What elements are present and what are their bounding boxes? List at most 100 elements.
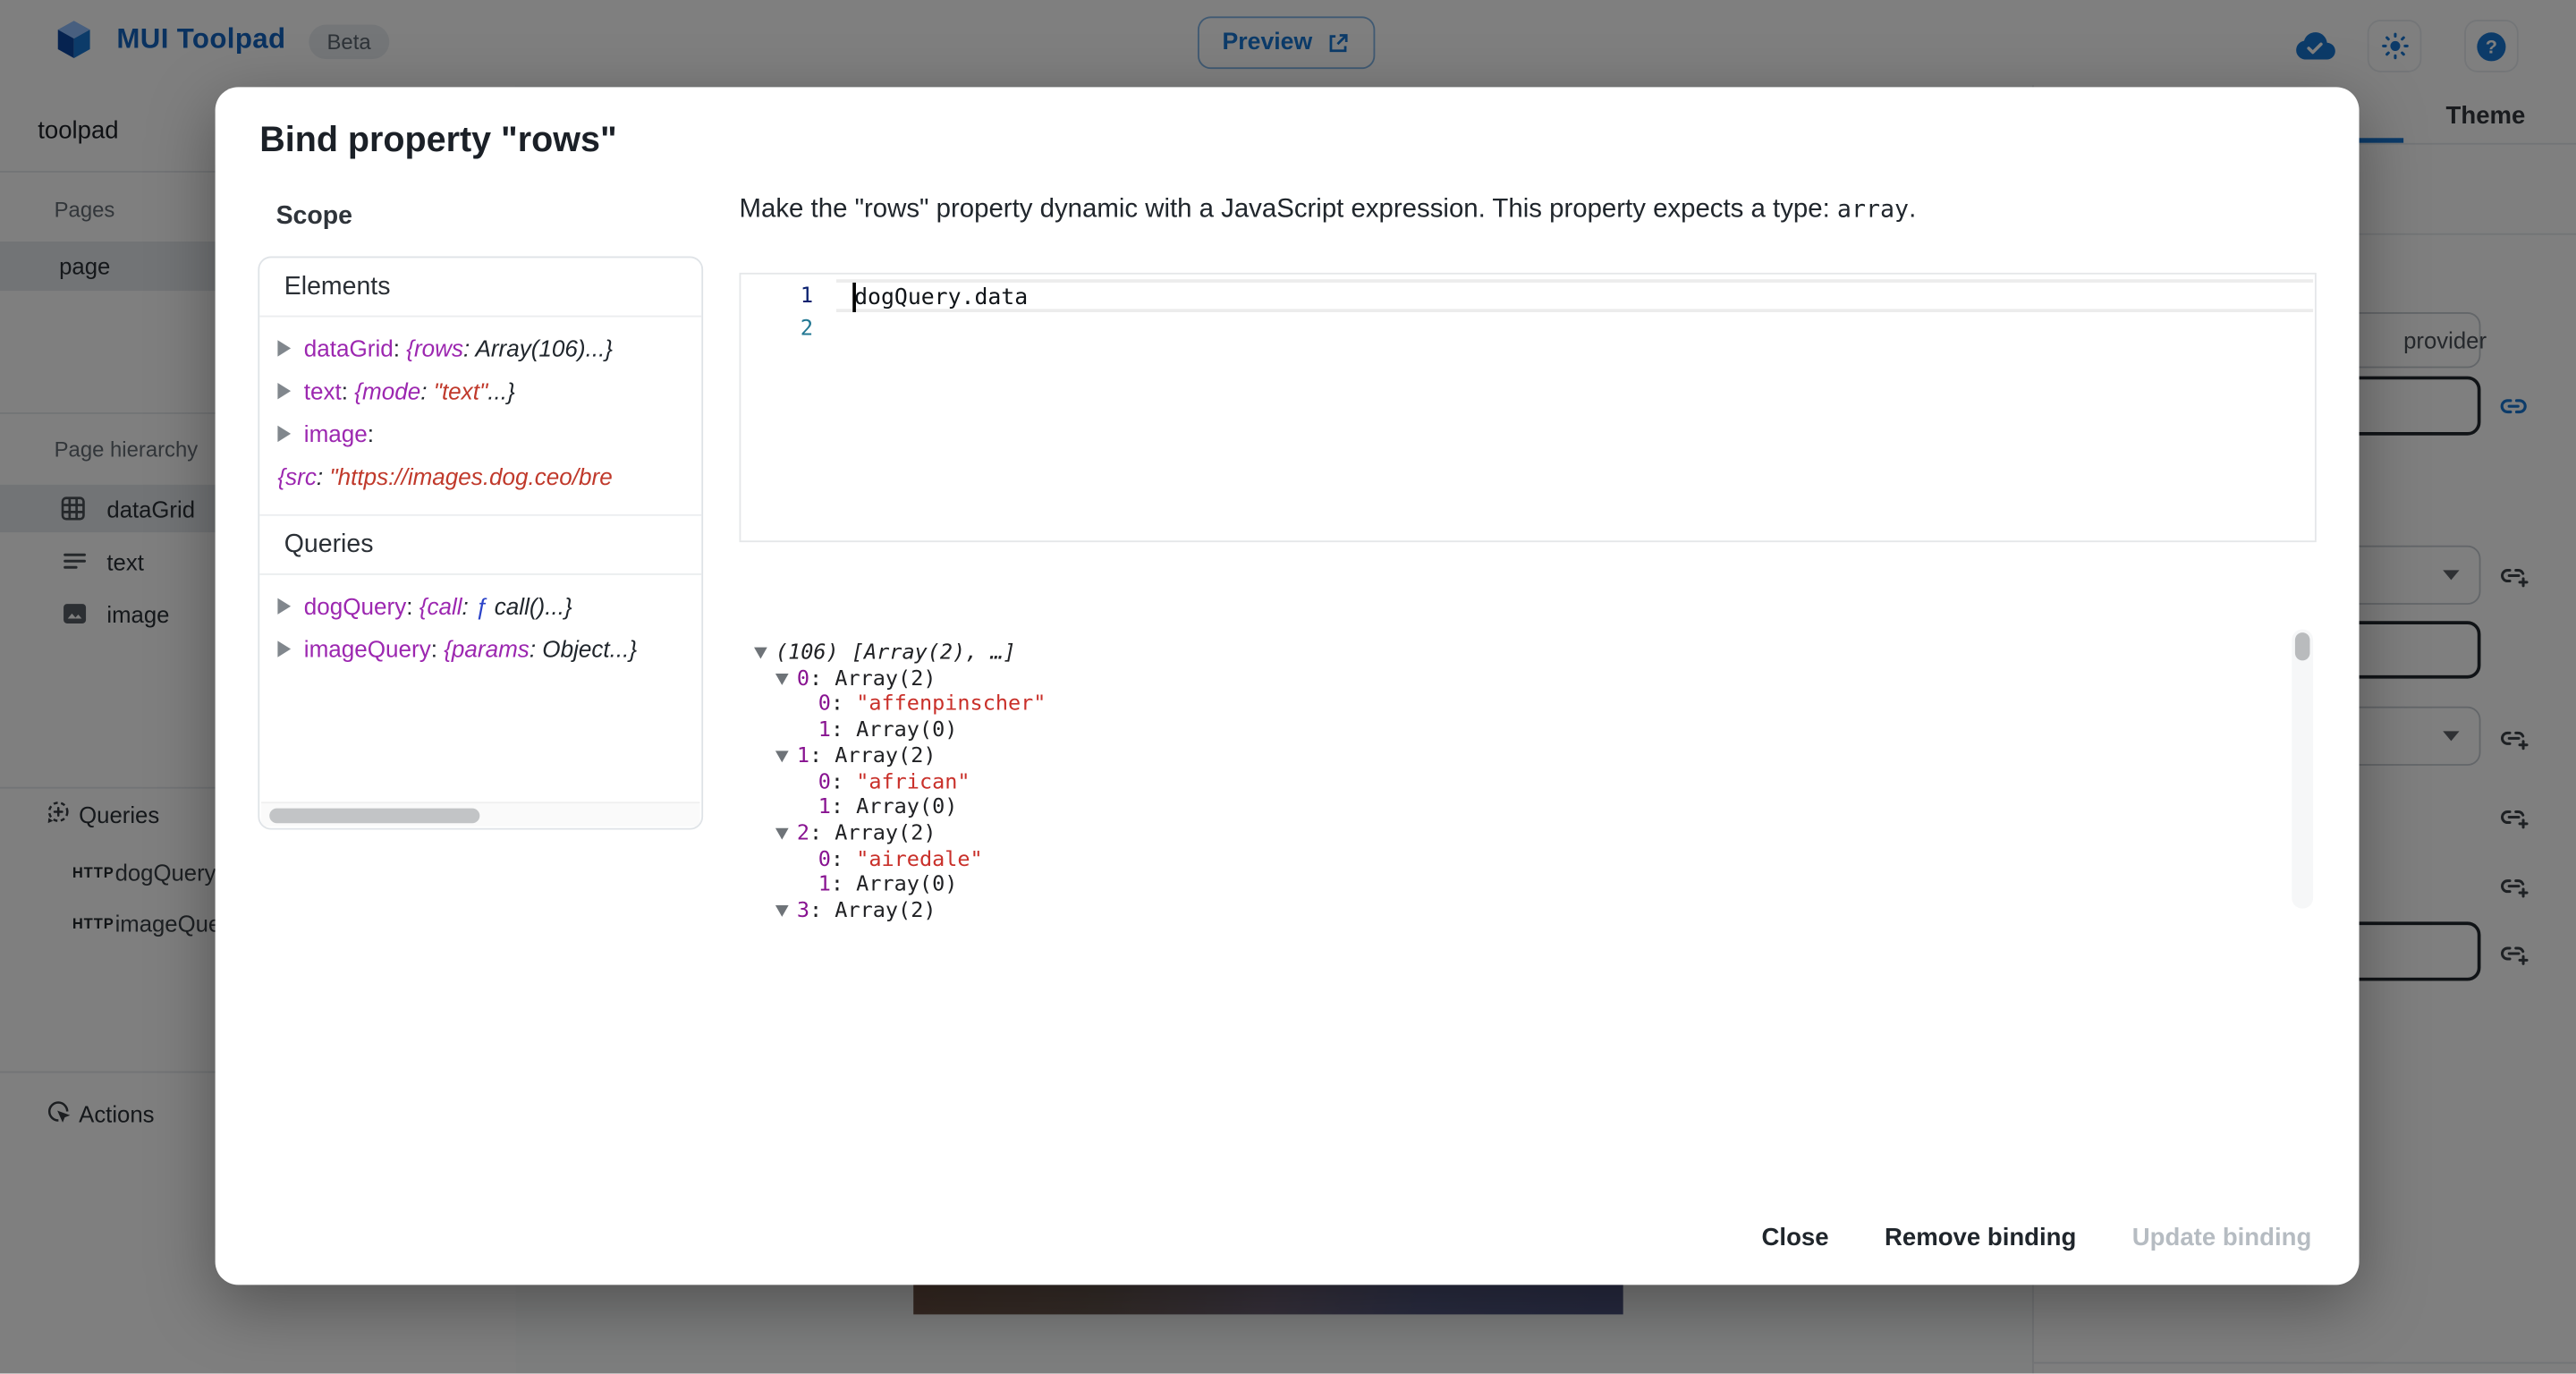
tree-row: 1: Array(0) [744, 795, 2305, 821]
tree-segment: : Array(0) [831, 718, 958, 743]
scope-entry[interactable]: image: {src: "https://images.dog.ceo/bre [277, 414, 683, 500]
queries-list: dogQuery: {call: ƒ call()...}imageQuery:… [259, 575, 701, 687]
tree-segment: : Array(0) [831, 795, 958, 820]
tree-segment: 0 [797, 666, 809, 691]
collapse-arrow-icon[interactable] [775, 751, 789, 762]
screen: MUI Toolpad Beta Preview [0, 0, 2576, 1374]
tree-row[interactable]: (106) [Array(2), …] [744, 640, 2305, 666]
scope-segment: "https://images.dog.ceo/bre [329, 465, 612, 491]
tree-row: 0: "affenpinscher" [744, 692, 2305, 718]
scope-label: Scope [276, 202, 352, 232]
elements-header: Elements [259, 258, 701, 317]
tree-segment: "airedale" [856, 847, 983, 872]
scope-segment: {params [444, 638, 530, 664]
tree-row: 0: "african" [744, 770, 2305, 796]
scope-segment: call()...} [488, 595, 572, 621]
description-text: Make the "rows" property dynamic with a … [740, 196, 1837, 224]
remove-binding-button[interactable]: Remove binding [1867, 1213, 2095, 1264]
scope-segment: : [368, 422, 374, 448]
collapse-arrow-icon[interactable] [775, 905, 789, 917]
code-line[interactable]: dogQuery.data [854, 284, 1028, 310]
elements-list: dataGrid: {rows: Array(106)...}text: {mo… [259, 317, 701, 513]
tree-row: 1: Array(0) [744, 873, 2305, 899]
scope-segment: ƒ [475, 595, 487, 621]
scope-segment: text [304, 379, 342, 405]
scope-segment: ...} [487, 379, 514, 405]
tree-segment: 0 [818, 770, 831, 795]
tree-segment: : [831, 692, 856, 717]
scope-segment: {mode [354, 379, 420, 405]
collapse-arrow-icon[interactable] [754, 648, 767, 659]
line-number: 2 [741, 317, 813, 342]
scope-entry[interactable]: imageQuery: {params: Object...} [277, 629, 683, 672]
scope-entry[interactable]: text: {mode: "text"...} [277, 371, 683, 414]
expected-type: array [1837, 197, 1909, 223]
scope-panel: Elements dataGrid: {rows: Array(106)...}… [258, 257, 703, 830]
tree-segment: 0 [818, 692, 831, 717]
scope-segment: image [304, 422, 368, 448]
scope-segment: : [431, 638, 444, 664]
tree-segment: 0 [818, 847, 831, 872]
text-cursor [852, 283, 855, 312]
horizontal-scrollbar-thumb[interactable] [269, 808, 479, 823]
object-preview: {mode: "text"...} [354, 379, 514, 405]
object-preview: {rows: Array(106)...} [406, 337, 613, 363]
scope-segment: "text" [434, 379, 488, 405]
scope-segment: dataGrid [304, 337, 394, 363]
tree-segment: : Array(2) [809, 899, 936, 923]
js-expression-editor[interactable]: 1 2 dogQuery.data [740, 273, 2317, 542]
scope-segment: : [406, 595, 419, 621]
dialog-title: Bind property "rows" [259, 120, 616, 161]
vertical-scrollbar [2292, 629, 2313, 908]
expand-arrow-icon[interactable] [277, 340, 291, 356]
tree-segment: : Array(2) [809, 666, 936, 691]
scope-segment: : [420, 379, 433, 405]
tree-segment: "affenpinscher" [856, 692, 1046, 717]
scope-segment: dogQuery [304, 595, 406, 621]
dialog-actions: Close Remove binding Update binding [1743, 1213, 2329, 1264]
tree-segment: "african" [856, 770, 970, 795]
line-number: 1 [741, 284, 813, 310]
tree-row[interactable]: 1: Array(2) [744, 744, 2305, 770]
scope-segment: : Array(106)...} [463, 337, 613, 363]
expand-arrow-icon[interactable] [277, 598, 291, 615]
scope-segment: : Object...} [530, 638, 637, 664]
scope-segment: imageQuery [304, 638, 431, 664]
tree-segment: 2 [797, 821, 809, 846]
update-binding-button: Update binding [2114, 1213, 2330, 1264]
tree-segment: : [831, 847, 856, 872]
scope-segment: : [462, 595, 475, 621]
tree-segment: 1 [818, 795, 831, 820]
expand-arrow-icon[interactable] [277, 640, 291, 657]
tree-segment: 1 [818, 718, 831, 743]
scope-segment: : [394, 337, 406, 363]
tree-row[interactable]: 0: Array(2) [744, 666, 2305, 692]
collapse-arrow-icon[interactable] [775, 674, 789, 685]
expand-arrow-icon[interactable] [277, 426, 291, 442]
collapse-arrow-icon[interactable] [775, 828, 789, 840]
tree-row[interactable]: 2: Array(2) [744, 821, 2305, 847]
horizontal-scrollbar [261, 802, 699, 827]
bind-property-dialog: Bind property "rows" Scope Elements data… [216, 87, 2360, 1285]
vertical-scrollbar-thumb[interactable] [2295, 632, 2310, 660]
scope-segment: {src [277, 465, 316, 491]
scope-entry[interactable]: dogQuery: {call: ƒ call()...} [277, 587, 683, 630]
description-period: . [1909, 196, 1916, 224]
result-preview-tree: (106) [Array(2), …]0: Array(2)0: "affenp… [744, 640, 2305, 923]
tree-row: 1: Array(0) [744, 718, 2305, 744]
close-button[interactable]: Close [1743, 1213, 1846, 1264]
scope-segment: {rows [406, 337, 463, 363]
tree-segment: 1 [818, 873, 831, 898]
tree-segment: 3 [797, 899, 809, 923]
object-preview: {call: ƒ call()...} [419, 595, 572, 621]
tree-row: 0: "airedale" [744, 847, 2305, 873]
tree-row[interactable]: 3: Array(2) [744, 899, 2305, 923]
tree-segment: 1 [797, 744, 809, 769]
scope-entry[interactable]: dataGrid: {rows: Array(106)...} [277, 328, 683, 371]
expand-arrow-icon[interactable] [277, 383, 291, 399]
tree-segment: : Array(2) [809, 821, 936, 846]
scope-segment: : [317, 465, 329, 491]
object-preview: {params: Object...} [444, 638, 637, 664]
tree-segment: : Array(2) [809, 744, 936, 769]
object-preview: {src: "https://images.dog.ceo/bre [277, 465, 612, 491]
